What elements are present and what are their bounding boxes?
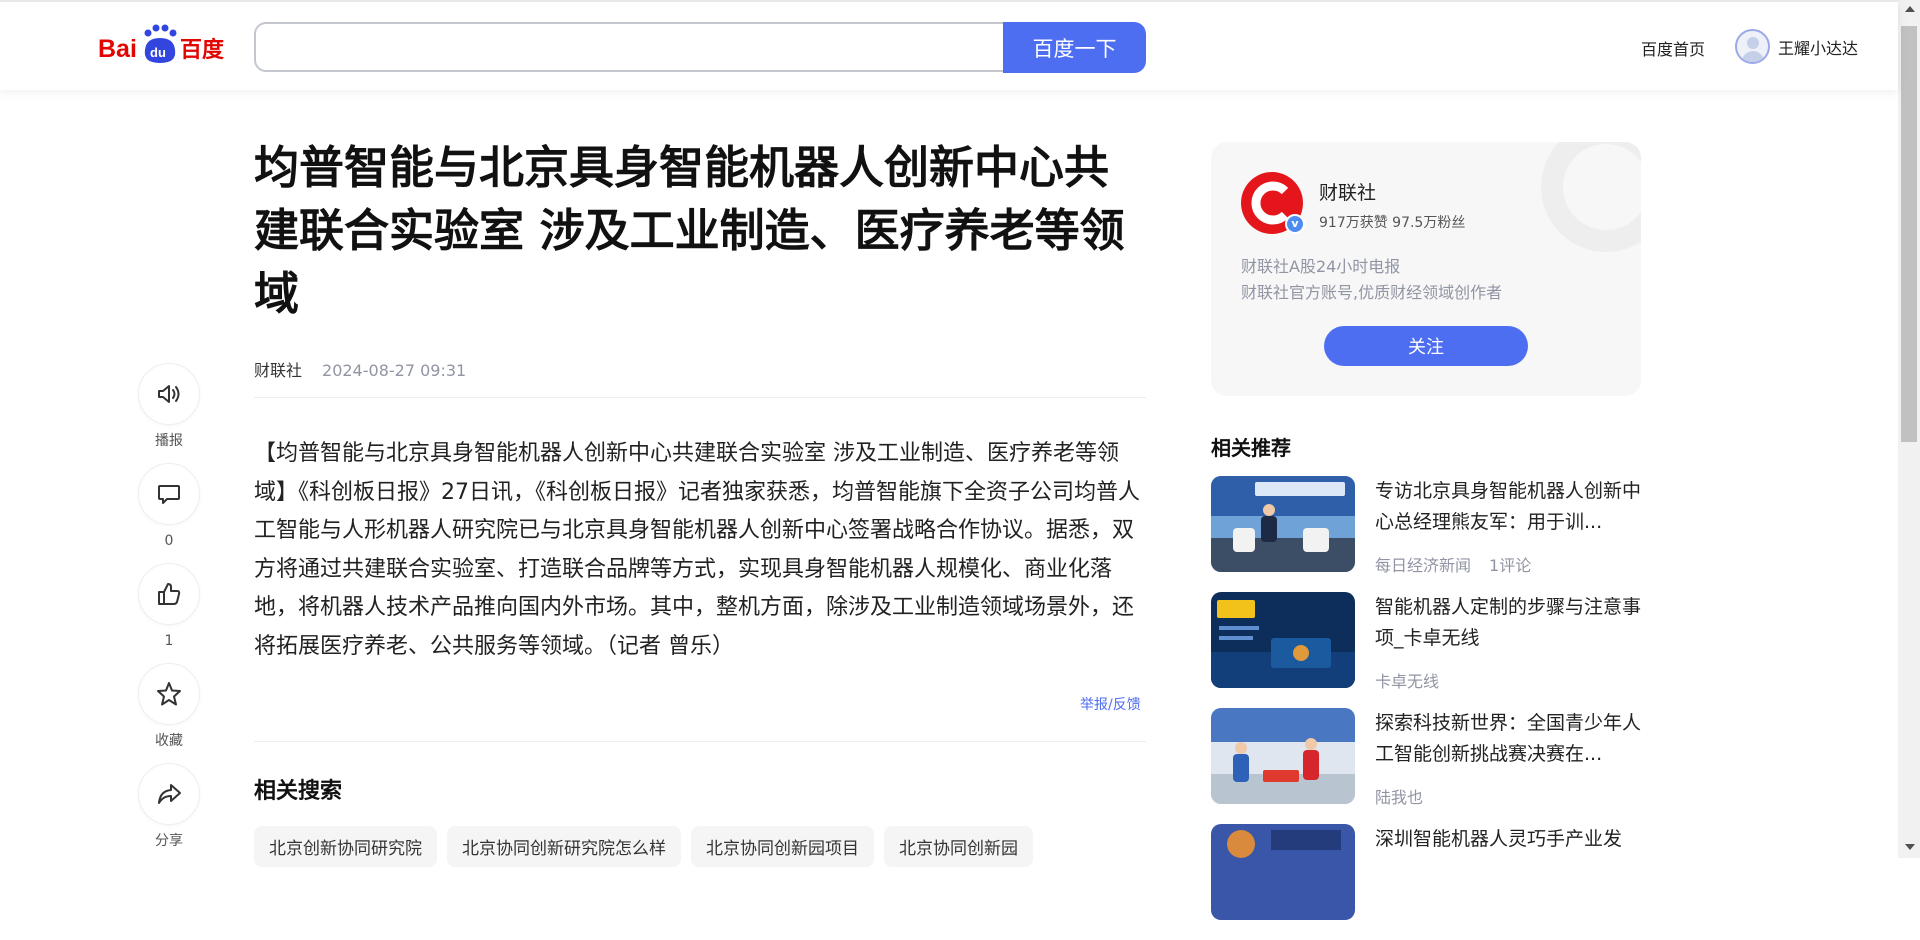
user-menu[interactable]: 王耀小达达: [1735, 29, 1858, 64]
related-search-tag[interactable]: 北京协同创新园项目: [691, 826, 874, 867]
star-icon[interactable]: [138, 663, 200, 725]
comment-icon[interactable]: [138, 463, 200, 525]
recommend-item[interactable]: 专访北京具身智能机器人创新中心总经理熊友军：用于训... 每日经济新闻 1评论: [1211, 476, 1641, 592]
scroll-thumb[interactable]: [1901, 26, 1917, 442]
author-description: 财联社A股24小时电报 财联社官方账号,优质财经领域创作者: [1241, 254, 1502, 306]
author-desc-line: 财联社A股24小时电报: [1241, 257, 1401, 276]
article-title: 均普智能与北京具身智能机器人创新中心共建联合实验室 涉及工业制造、医疗养老等领域: [254, 141, 1125, 320]
speaker-icon[interactable]: [138, 363, 200, 425]
recommend-thumbnail[interactable]: [1211, 824, 1355, 920]
recommend-item-source: 陆我也: [1375, 788, 1424, 807]
recommend-thumbnail[interactable]: [1211, 592, 1355, 688]
related-search-tag[interactable]: 北京协同创新研究院怎么样: [447, 826, 681, 867]
recommend-thumbnail[interactable]: [1211, 708, 1355, 804]
top-header: Bai du 百度 百度一下 百度首页 王耀小达达: [0, 0, 1898, 90]
listen-label: 播报: [155, 433, 183, 449]
listen-button[interactable]: 播报: [138, 363, 200, 451]
avatar-body-shape: [1742, 51, 1764, 62]
favorite-label: 收藏: [155, 733, 183, 749]
like-button[interactable]: 1: [138, 563, 200, 651]
follow-button[interactable]: 关注: [1324, 326, 1528, 366]
article-date: 2024-08-27 09:31: [322, 361, 467, 380]
recommend-list: 专访北京具身智能机器人创新中心总经理熊友军：用于训... 每日经济新闻 1评论 智…: [1211, 476, 1641, 940]
recommend-item-meta: 卡卓无线: [1375, 668, 1439, 692]
recommend-item[interactable]: 深圳智能机器人灵巧手产业发: [1211, 824, 1641, 940]
recommend-item-comments: 1评论: [1489, 556, 1532, 575]
author-card: v 财联社 917万获赞 97.5万粉丝 财联社A股24小时电报 财联社官方账号…: [1211, 142, 1641, 396]
page-scrollbar[interactable]: [1898, 0, 1920, 858]
related-search-tags: 北京创新协同研究院 北京协同创新研究院怎么样 北京协同创新园项目 北京协同创新园: [254, 826, 1043, 867]
related-search-title: 相关搜索: [254, 779, 343, 804]
recommend-item-source: 卡卓无线: [1375, 672, 1440, 691]
card-decoration: [1541, 142, 1641, 252]
avatar-head-shape: [1747, 37, 1759, 49]
verified-badge-icon: v: [1285, 214, 1305, 234]
like-count: 1: [164, 633, 174, 649]
svg-text:du: du: [150, 45, 166, 60]
recommend-item-title[interactable]: 深圳智能机器人灵巧手产业发: [1375, 824, 1645, 855]
svg-text:百度: 百度: [180, 37, 225, 63]
search-input[interactable]: [254, 22, 1004, 72]
related-search-tag[interactable]: 北京创新协同研究院: [254, 826, 437, 867]
comment-button[interactable]: 0: [138, 463, 200, 551]
recommend-item-title[interactable]: 智能机器人定制的步骤与注意事项_卡卓无线: [1375, 592, 1645, 654]
report-feedback-link[interactable]: 举报/反馈: [1080, 694, 1141, 714]
svg-text:Bai: Bai: [98, 35, 137, 63]
recommend-item-meta: 每日经济新闻 1评论: [1375, 552, 1531, 576]
thumbs-up-icon[interactable]: [138, 563, 200, 625]
recommend-item[interactable]: 探索科技新世界：全国青少年人工智能创新挑战赛决赛在... 陆我也: [1211, 708, 1641, 824]
related-search-tag[interactable]: 北京协同创新园: [884, 826, 1033, 867]
article-source[interactable]: 财联社: [254, 361, 302, 380]
search-button[interactable]: 百度一下: [1003, 22, 1146, 73]
article-body: 【均普智能与北京具身智能机器人创新中心共建联合实验室 涉及工业制造、医疗养老等领…: [254, 441, 1140, 659]
user-name[interactable]: 王耀小达达: [1778, 35, 1858, 59]
author-stats: 917万获赞 97.5万粉丝: [1319, 215, 1466, 231]
baidu-home-link[interactable]: 百度首页: [1641, 36, 1705, 60]
recommend-item[interactable]: 智能机器人定制的步骤与注意事项_卡卓无线 卡卓无线: [1211, 592, 1641, 708]
favorite-button[interactable]: 收藏: [138, 663, 200, 751]
article-action-bar: 播报 0 1 收藏 分享: [138, 363, 200, 863]
article-meta: 财联社 2024-08-27 09:31: [254, 357, 466, 381]
baidu-logo[interactable]: Bai du 百度: [98, 22, 233, 72]
recommend-title: 相关推荐: [1211, 436, 1291, 460]
recommend-item-source: 每日经济新闻: [1375, 556, 1472, 575]
share-button[interactable]: 分享: [138, 763, 200, 851]
recommend-item-title[interactable]: 探索科技新世界：全国青少年人工智能创新挑战赛决赛在...: [1375, 708, 1645, 770]
author-desc-line: 财联社官方账号,优质财经领域创作者: [1241, 283, 1503, 302]
recommend-item-title[interactable]: 专访北京具身智能机器人创新中心总经理熊友军：用于训...: [1375, 476, 1645, 538]
scroll-down-arrow-icon[interactable]: [1905, 844, 1915, 850]
meta-divider: [254, 397, 1146, 398]
author-name[interactable]: 财联社: [1319, 178, 1376, 205]
recommend-thumbnail[interactable]: [1211, 476, 1355, 572]
scroll-up-arrow-icon[interactable]: [1905, 6, 1915, 12]
recommend-item-meta: 陆我也: [1375, 784, 1423, 808]
share-label: 分享: [155, 833, 183, 849]
share-icon[interactable]: [138, 763, 200, 825]
avatar[interactable]: [1735, 29, 1770, 64]
body-divider: [254, 741, 1146, 742]
comment-count: 0: [164, 533, 174, 549]
